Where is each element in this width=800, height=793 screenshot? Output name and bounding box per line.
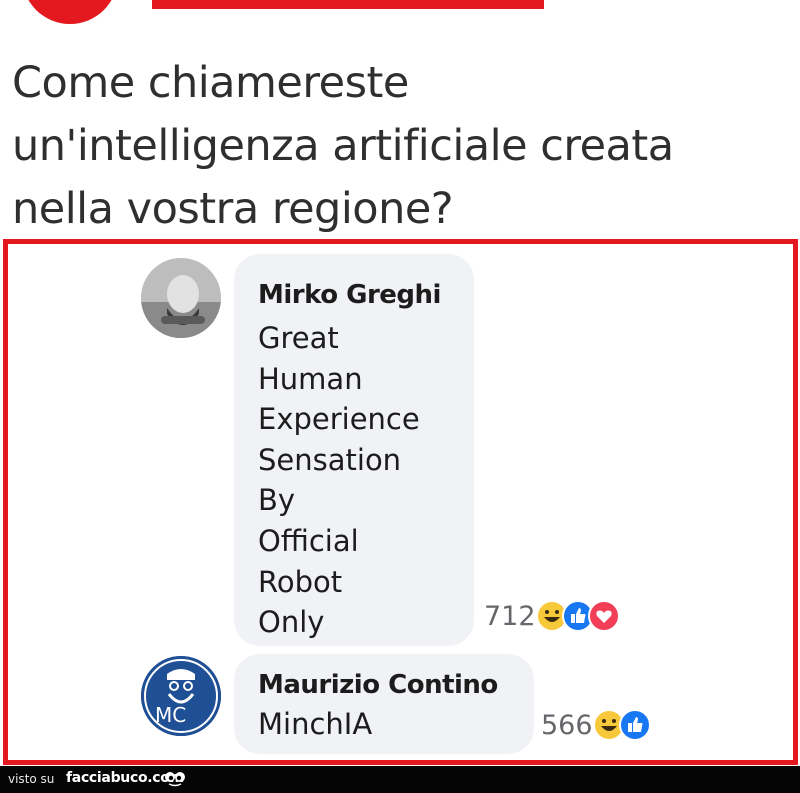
avatar[interactable]: MC	[141, 656, 221, 736]
comment-line: Official	[258, 523, 359, 558]
eyes-icon	[165, 772, 185, 787]
top-avatar-decoration	[22, 0, 118, 24]
comment-text: Great Human Experience Sensation By Offi…	[258, 318, 420, 643]
comment-line: Robot	[258, 564, 343, 599]
reaction-summary[interactable]: 712	[484, 600, 620, 632]
user-photo-icon	[141, 258, 221, 338]
comment-author[interactable]: Maurizio Contino	[258, 670, 498, 700]
question-heading: Come chiamereste un'intelligenza artific…	[12, 52, 798, 241]
question-line: nella vostra regione?	[12, 184, 454, 234]
reaction-count: 566	[541, 709, 593, 741]
question-line: un'intelligenza artificiale creata	[12, 121, 674, 171]
footer-bar: visto su facciabuco.com	[0, 766, 800, 793]
avatar[interactable]	[141, 258, 221, 338]
reaction-summary[interactable]: 566	[541, 709, 651, 741]
comment-line: Sensation	[258, 442, 402, 477]
comment-line: Only	[258, 605, 325, 640]
comment-text: MinchIA	[258, 707, 373, 741]
comment-line: Great	[258, 321, 339, 355]
comment-line: Experience	[258, 402, 420, 437]
comment-bubble: Maurizio Contino MinchIA	[234, 654, 534, 754]
comment-line: Human	[258, 361, 363, 396]
comment-bubble: Mirko Greghi Great Human Experience Sens…	[234, 254, 474, 646]
top-bar-decoration	[152, 0, 544, 9]
footer-visto-label: visto su	[8, 772, 55, 786]
svg-text:MC: MC	[155, 703, 186, 727]
reaction-count: 712	[484, 600, 536, 632]
comments-frame: Mirko Greghi Great Human Experience Sens…	[3, 239, 798, 765]
question-line: Come chiamereste	[12, 58, 409, 108]
comment-line: By	[258, 483, 296, 518]
like-icon	[618, 709, 651, 741]
mc-logo-icon: MC	[141, 656, 221, 736]
love-icon	[587, 600, 620, 632]
comment-author[interactable]: Mirko Greghi	[258, 280, 441, 310]
